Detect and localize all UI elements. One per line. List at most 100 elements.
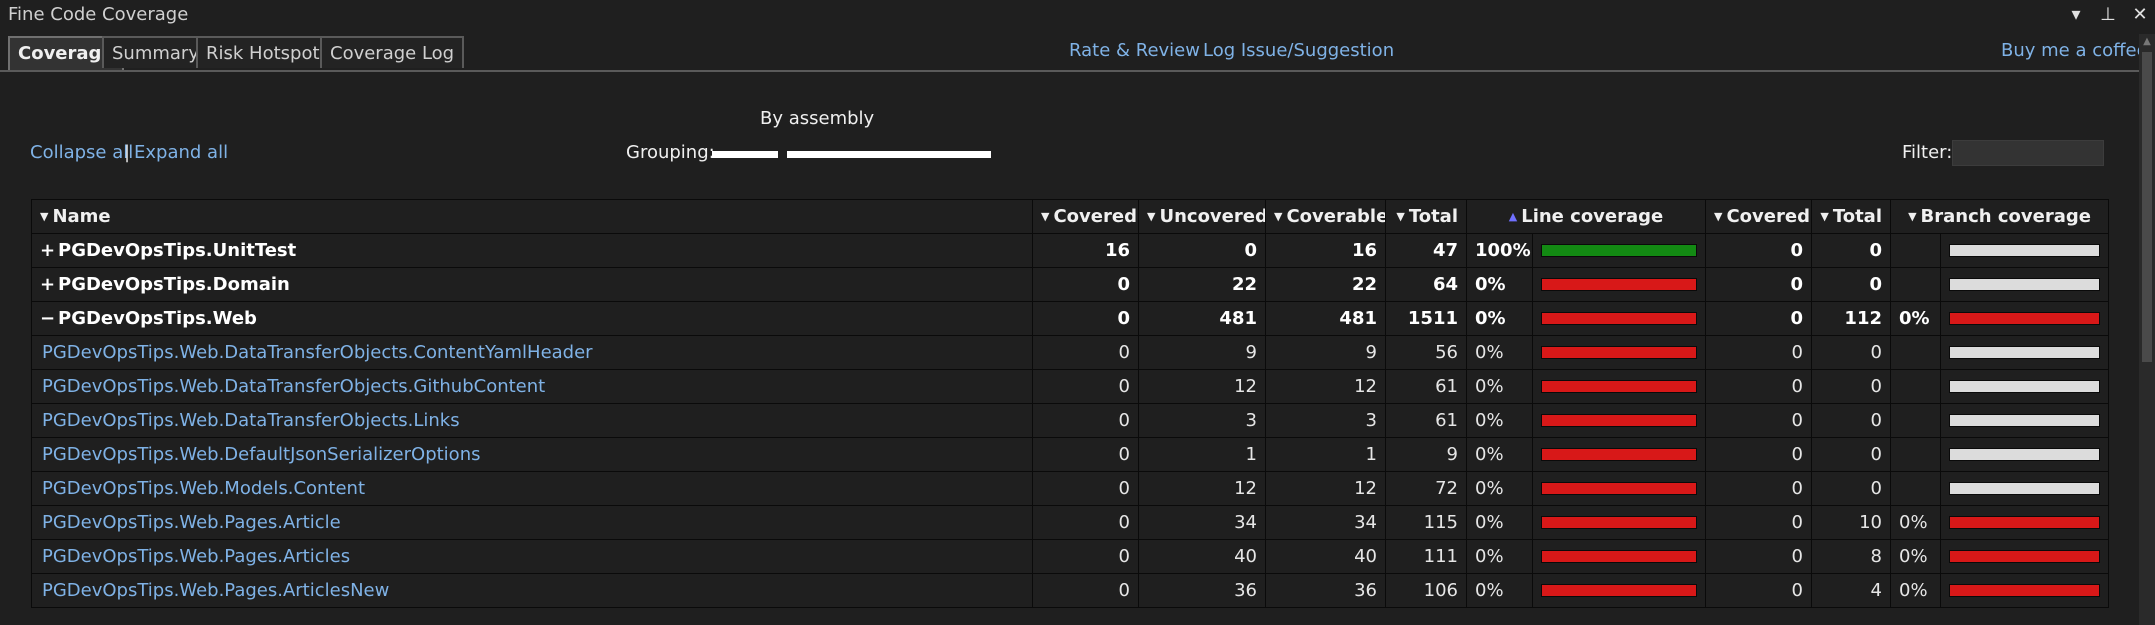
class-name-link[interactable]: PGDevOpsTips.Web.DataTransferObjects.Lin… — [31, 403, 1033, 438]
tab-coverage-log[interactable]: Coverage Log — [320, 36, 465, 68]
coverable-cell: 3 — [1265, 403, 1386, 438]
sort-desc-icon: ▼ — [1274, 210, 1283, 223]
column-header-branch-total[interactable]: ▼ Total — [1811, 199, 1891, 234]
class-row[interactable]: PGDevOpsTips.Web.DataTransferObjects.Lin… — [31, 403, 2109, 438]
class-row[interactable]: PGDevOpsTips.Web.Models.Content 0 12 12 72 0%… — [31, 471, 2109, 506]
column-header-branch-coverage[interactable]: ▼ Branch coverage — [1890, 199, 2109, 234]
grouping-slider-right[interactable] — [787, 151, 991, 158]
filter-input[interactable] — [1952, 140, 2104, 166]
class-name-link[interactable]: PGDevOpsTips.Web.Pages.Article — [31, 505, 1033, 540]
branch-covered-cell: 0 — [1705, 437, 1812, 472]
branch-covered-cell: 0 — [1705, 267, 1812, 302]
line-coverage-percent: 0% — [1466, 403, 1533, 438]
column-header-line-coverage[interactable]: ▲ Line coverage — [1466, 199, 1706, 234]
rate-review-link[interactable]: Rate & Review — [1069, 40, 1200, 61]
branch-covered-cell: 0 — [1705, 369, 1812, 404]
class-row[interactable]: PGDevOpsTips.Web.Pages.Articles 0 40 40 111 0… — [31, 539, 2109, 574]
total-cell: 61 — [1385, 369, 1467, 404]
class-row[interactable]: PGDevOpsTips.Web.Pages.Article 0 34 34 115 0%… — [31, 505, 2109, 540]
assembly-name[interactable]: PGDevOpsTips.Web — [58, 308, 257, 329]
sort-desc-icon: ▼ — [1041, 210, 1050, 223]
branch-coverage-bar — [1949, 278, 2100, 291]
branch-coverage-percent: 0% — [1890, 573, 1941, 608]
covered-cell: 0 — [1032, 369, 1139, 404]
covered-cell: 0 — [1032, 403, 1139, 438]
line-coverage-bar — [1541, 516, 1697, 529]
assembly-row[interactable]: + PGDevOpsTips.Domain 0 22 22 64 0% 0 0 — [31, 267, 2109, 302]
uncovered-cell: 3 — [1138, 403, 1266, 438]
line-coverage-bar-cell — [1532, 437, 1706, 472]
close-icon[interactable]: ✕ — [2129, 2, 2151, 28]
branch-total-cell: 0 — [1811, 335, 1891, 370]
branch-coverage-bar-cell — [1940, 403, 2109, 438]
column-header-covered[interactable]: ▼ Covered — [1032, 199, 1139, 234]
uncovered-cell: 12 — [1138, 369, 1266, 404]
line-coverage-percent: 0% — [1466, 539, 1533, 574]
tab-summary[interactable]: Summary — [102, 36, 209, 68]
line-coverage-percent: 0% — [1466, 335, 1533, 370]
class-name-link[interactable]: PGDevOpsTips.Web.DefaultJsonSerializerOp… — [31, 437, 1033, 472]
assembly-name[interactable]: PGDevOpsTips.Domain — [58, 274, 290, 295]
branch-total-cell: 112 — [1811, 301, 1891, 336]
covered-cell: 0 — [1032, 301, 1139, 336]
branch-covered-cell: 0 — [1705, 539, 1812, 574]
column-header-branch-covered[interactable]: ▼ Covered — [1705, 199, 1812, 234]
assembly-name-cell: + PGDevOpsTips.UnitTest — [31, 233, 1033, 268]
covered-cell: 0 — [1032, 437, 1139, 472]
uncovered-cell: 40 — [1138, 539, 1266, 574]
log-issue-link[interactable]: Log Issue/Suggestion — [1203, 40, 1394, 61]
column-header-total[interactable]: ▼ Total — [1385, 199, 1467, 234]
class-row[interactable]: PGDevOpsTips.Web.DefaultJsonSerializerOp… — [31, 437, 2109, 472]
total-cell: 61 — [1385, 403, 1467, 438]
branch-coverage-percent: 0% — [1890, 539, 1941, 574]
coverable-cell: 16 — [1265, 233, 1386, 268]
line-coverage-bar — [1541, 278, 1697, 291]
covered-cell: 0 — [1032, 267, 1139, 302]
covered-cell: 0 — [1032, 335, 1139, 370]
uncovered-cell: 1 — [1138, 437, 1266, 472]
class-name-link[interactable]: PGDevOpsTips.Web.Pages.ArticlesNew — [31, 573, 1033, 608]
expand-all-link[interactable]: Expand all — [134, 142, 228, 163]
assembly-row[interactable]: + PGDevOpsTips.UnitTest 16 0 16 47 100% 0 0 — [31, 233, 2109, 268]
scrollbar-thumb[interactable] — [2142, 52, 2152, 362]
column-header-name[interactable]: ▼ Name — [31, 199, 1033, 234]
coverable-cell: 34 — [1265, 505, 1386, 540]
coverage-table: ▼ Name ▼ Covered ▼ Uncovered ▼ Coverable ▼ To… — [31, 199, 2109, 608]
total-cell: 115 — [1385, 505, 1467, 540]
branch-total-cell: 4 — [1811, 573, 1891, 608]
line-coverage-percent: 0% — [1466, 301, 1533, 336]
branch-coverage-bar-cell — [1940, 437, 2109, 472]
branch-coverage-bar — [1949, 482, 2100, 495]
assembly-row[interactable]: − PGDevOpsTips.Web 0 481 481 1511 0% 0 112 0% — [31, 301, 2109, 336]
class-name-link[interactable]: PGDevOpsTips.Web.Models.Content — [31, 471, 1033, 506]
class-name-link[interactable]: PGDevOpsTips.Web.Pages.Articles — [31, 539, 1033, 574]
buy-coffee-link[interactable]: Buy me a coffee — [2001, 40, 2148, 61]
dropdown-icon[interactable]: ▾ — [2065, 2, 2087, 28]
scroll-up-icon[interactable]: ▲ — [2139, 34, 2155, 50]
class-row[interactable]: PGDevOpsTips.Web.DataTransferObjects.Git… — [31, 369, 2109, 404]
class-row[interactable]: PGDevOpsTips.Web.DataTransferObjects.Con… — [31, 335, 2109, 370]
tab-risk-hotspots[interactable]: Risk Hotspots — [196, 36, 339, 68]
class-name-link[interactable]: PGDevOpsTips.Web.DataTransferObjects.Git… — [31, 369, 1033, 404]
column-header-uncovered[interactable]: ▼ Uncovered — [1138, 199, 1266, 234]
pin-icon[interactable]: ⊥ — [2097, 2, 2119, 28]
vertical-scrollbar[interactable]: ▲ — [2139, 34, 2155, 625]
expand-icon[interactable]: + — [40, 274, 58, 295]
grouping-slider-left[interactable] — [712, 151, 778, 158]
sort-desc-icon: ▼ — [1396, 210, 1405, 223]
line-coverage-bar — [1541, 584, 1697, 597]
collapse-icon[interactable]: − — [40, 308, 58, 329]
class-name-link[interactable]: PGDevOpsTips.Web.DataTransferObjects.Con… — [31, 335, 1033, 370]
branch-coverage-bar — [1949, 516, 2100, 529]
assembly-name[interactable]: PGDevOpsTips.UnitTest — [58, 240, 296, 261]
coverable-cell: 481 — [1265, 301, 1386, 336]
branch-covered-cell: 0 — [1705, 233, 1812, 268]
branch-coverage-bar-cell — [1940, 539, 2109, 574]
total-cell: 111 — [1385, 539, 1467, 574]
collapse-all-link[interactable]: Collapse all — [30, 142, 133, 163]
branch-coverage-bar — [1949, 584, 2100, 597]
covered-cell: 0 — [1032, 471, 1139, 506]
expand-icon[interactable]: + — [40, 240, 58, 261]
class-row[interactable]: PGDevOpsTips.Web.Pages.ArticlesNew 0 36 36 1… — [31, 573, 2109, 608]
column-header-coverable[interactable]: ▼ Coverable — [1265, 199, 1386, 234]
